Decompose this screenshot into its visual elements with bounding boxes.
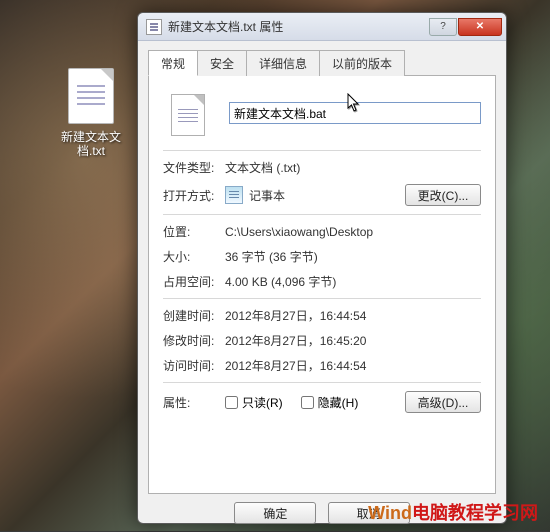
file-type-icon bbox=[171, 94, 205, 136]
label-modified: 修改时间: bbox=[163, 332, 225, 349]
advanced-button[interactable]: 高级(D)... bbox=[405, 391, 481, 413]
value-openswith: 记事本 bbox=[249, 187, 285, 204]
separator bbox=[163, 298, 481, 299]
hidden-checkbox-label[interactable]: 隐藏(H) bbox=[301, 394, 359, 411]
separator bbox=[163, 214, 481, 215]
label-location: 位置: bbox=[163, 223, 225, 240]
value-size: 36 字节 (36 字节) bbox=[225, 248, 481, 265]
value-sizeondisk: 4.00 KB (4,096 字节) bbox=[225, 273, 481, 290]
label-accessed: 访问时间: bbox=[163, 357, 225, 374]
watermark: Wind电脑教程学习网 bbox=[368, 499, 538, 525]
value-accessed: 2012年8月27日，16:44:54 bbox=[225, 357, 481, 374]
label-sizeondisk: 占用空间: bbox=[163, 273, 225, 290]
text-file-icon bbox=[146, 19, 162, 35]
change-button[interactable]: 更改(C)... bbox=[405, 184, 481, 206]
label-openswith: 打开方式: bbox=[163, 187, 225, 204]
readonly-checkbox-label[interactable]: 只读(R) bbox=[225, 394, 283, 411]
filename-input[interactable] bbox=[229, 102, 481, 124]
value-location: C:\Users\xiaowang\Desktop bbox=[225, 225, 481, 239]
tab-general[interactable]: 常规 bbox=[148, 50, 198, 76]
label-attributes: 属性: bbox=[163, 394, 225, 411]
properties-dialog: 新建文本文档.txt 属性 ? ✕ 常规 安全 详细信息 以前的版本 文件类型:… bbox=[137, 12, 507, 524]
hidden-checkbox[interactable] bbox=[301, 396, 314, 409]
label-filetype: 文件类型: bbox=[163, 159, 225, 176]
notepad-icon bbox=[225, 186, 243, 204]
tab-strip: 常规 安全 详细信息 以前的版本 bbox=[148, 49, 496, 76]
desktop-file-icon[interactable]: 新建文本文档.txt bbox=[52, 68, 130, 158]
window-title: 新建文本文档.txt 属性 bbox=[168, 18, 428, 35]
tab-security[interactable]: 安全 bbox=[197, 50, 247, 76]
ok-button[interactable]: 确定 bbox=[234, 502, 316, 524]
titlebar[interactable]: 新建文本文档.txt 属性 ? ✕ bbox=[138, 13, 506, 41]
close-button[interactable]: ✕ bbox=[458, 18, 502, 36]
label-created: 创建时间: bbox=[163, 307, 225, 324]
tab-previous-versions[interactable]: 以前的版本 bbox=[319, 50, 405, 76]
help-button[interactable]: ? bbox=[429, 18, 457, 36]
separator bbox=[163, 382, 481, 383]
value-created: 2012年8月27日，16:44:54 bbox=[225, 307, 481, 324]
tab-details[interactable]: 详细信息 bbox=[246, 50, 320, 76]
tab-panel-general: 文件类型: 文本文档 (.txt) 打开方式: 记事本 更改(C)... 位置:… bbox=[148, 76, 496, 494]
text-file-icon bbox=[68, 68, 114, 124]
readonly-checkbox[interactable] bbox=[225, 396, 238, 409]
label-size: 大小: bbox=[163, 248, 225, 265]
desktop-file-label: 新建文本文档.txt bbox=[52, 130, 130, 158]
value-modified: 2012年8月27日，16:45:20 bbox=[225, 332, 481, 349]
separator bbox=[163, 150, 481, 151]
value-filetype: 文本文档 (.txt) bbox=[225, 159, 481, 176]
